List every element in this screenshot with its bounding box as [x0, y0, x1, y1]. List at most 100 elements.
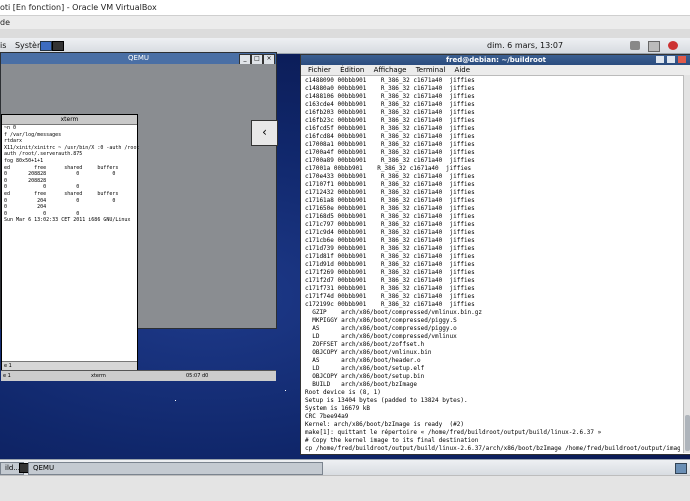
terminal-line: c171c9d4 00bbb901 R_386_32 c1671a40 jiff… — [305, 229, 475, 236]
gnome-menu-applications[interactable]: is — [0, 41, 6, 50]
xterm-line: fog 80x50+1+1 — [4, 157, 44, 164]
xterm-line: 0 208828 — [4, 177, 47, 184]
star-sparkle — [285, 390, 286, 391]
twm-icon-manager[interactable]: ‹ — [251, 120, 278, 146]
terminal-line: c1488090 00bbb901 R_386_32 c1671a40 jiff… — [305, 77, 475, 84]
terminal-line: CRC 7bee94a9 — [305, 413, 349, 420]
terminal-line: c1712432 00bbb901 R_386_32 c1671a40 jiff… — [305, 189, 475, 196]
terminal-line: c1700a4f 00bbb901 R_386_32 c1671a40 jiff… — [305, 149, 475, 156]
xterm-line: auth /root/.serverauth.875 — [4, 151, 83, 158]
terminal-line: c17001a 00bbb901 R_386_32 c1671a40 jiffi… — [305, 165, 472, 172]
terminal-line: c171cb6e 00bbb901 R_386_32 c1671a40 jiff… — [305, 237, 475, 244]
terminal-line: Root device is (8, 1) — [305, 389, 381, 396]
scrollbar-thumb[interactable] — [685, 415, 690, 451]
terminal-line: c17168d5 00bbb901 R_386_32 c1671a40 jiff… — [305, 213, 475, 220]
terminal-line: make[1]: quittant le répertoire « /home/… — [305, 429, 602, 436]
terminal-line: AS arch/x86/boot/compressed/piggy.o — [305, 325, 457, 332]
terminal-line: c171f74d 00bbb901 R_386_32 c1671a40 jiff… — [305, 293, 475, 300]
xterm-title-bar[interactable]: xterm — [2, 115, 137, 125]
maximize-button[interactable] — [667, 56, 675, 63]
xterm-line: 0 204 0 0 — [4, 197, 116, 204]
xterm-title: xterm — [60, 116, 79, 123]
menu-aide[interactable]: Aide — [455, 66, 470, 74]
xterm-line: 0 204 — [4, 204, 47, 211]
virtualbox-menu-bar[interactable]: de — [0, 16, 690, 29]
xterm-output[interactable]: ~n 0f /var/log/messages rtdarx X11/xinit/x… — [2, 125, 139, 360]
terminal-line: c16fb23c 00bbb901 R_386_32 c1671a40 jiff… — [305, 117, 475, 124]
terminal-line: c17107f1 00bbb901 R_386_32 c1671a40 jiff… — [305, 181, 475, 188]
network-icon[interactable] — [40, 41, 52, 51]
terminal-line: LD arch/x86/boot/compressed/vmlinux — [305, 333, 457, 340]
menu-affichage[interactable]: Affichage — [374, 66, 407, 74]
terminal-line: LD arch/x86/boot/setup.elf — [305, 365, 425, 372]
terminal-line: OBJCOPY arch/x86/boot/vmlinux.bin — [305, 349, 432, 356]
terminal-title-bar[interactable]: fred@debian: ~/buildroot — [301, 55, 690, 65]
virtualbox-menu-item[interactable]: de — [0, 18, 10, 27]
terminal-line: c171f269 00bbb901 R_386_32 c1671a40 jiff… — [305, 269, 475, 276]
terminal-line: c14880a0 00bbb901 R_386_32 c1671a40 jiff… — [305, 85, 475, 92]
gnome-terminal-window[interactable]: fred@debian: ~/buildroot Fichier Édition… — [300, 54, 690, 455]
terminal-line: c171d91d 00bbb901 R_386_32 c1671a40 jiff… — [305, 261, 475, 268]
virtualbox-status-bar — [0, 475, 690, 501]
taskbar-item-qemu[interactable]: QEMU — [28, 462, 323, 475]
qemu-title-bar[interactable]: QEMU — [1, 53, 276, 64]
terminal-line: ZOFFSET arch/x86/boot/zoffset.h — [305, 341, 425, 348]
terminal-line: c171d81f 00bbb901 R_386_32 c1671a40 jiff… — [305, 253, 475, 260]
terminal-launcher-icon[interactable] — [52, 41, 64, 51]
terminal-line: AS arch/x86/boot/header.o — [305, 357, 421, 364]
menu-fichier[interactable]: Fichier — [308, 66, 331, 74]
virtualbox-spacer — [0, 29, 690, 38]
terminal-line: c17008a1 00bbb901 R_386_32 c1671a40 jiff… — [305, 141, 475, 148]
terminal-line: MKPIGGY arch/x86/boot/compressed/piggy.S — [305, 317, 457, 324]
xterm-line: ~n 0 — [4, 125, 17, 131]
virtualbox-title-bar: oti [En fonction] - Oracle VM VirtualBox — [0, 0, 690, 16]
menu-terminal[interactable]: Terminal — [416, 66, 446, 74]
gnome-bottom-panel: ild... QEMU — [0, 459, 690, 476]
terminal-line: GZIP arch/x86/boot/compressed/vmlinux.bi… — [305, 309, 483, 316]
minimize-button[interactable] — [656, 56, 664, 63]
terminal-menu-bar: Fichier Édition Affichage Terminal Aide — [301, 65, 690, 76]
terminal-line: c16fb203 00bbb901 R_386_32 c1671a40 jiff… — [305, 109, 475, 116]
terminal-line: c172199c 00bbb901 R_386_32 c1671a40 jiff… — [305, 301, 475, 308]
xterm-status-left: e 1 — [4, 363, 12, 369]
xterm-line: 0 0 0 — [4, 210, 80, 217]
terminal-line: c171c797 00bbb901 R_386_32 c1671a40 jiff… — [305, 221, 475, 228]
xterm-status-bar: e 1 — [2, 361, 137, 370]
terminal-line: c171f731 00bbb901 R_386_32 c1671a40 jiff… — [305, 285, 475, 292]
xterm-line: Sun Mar 6 13:02:33 CET 2011 i686 GNU/Lin… — [4, 217, 131, 224]
clock[interactable]: dim. 6 mars, 13:07 — [487, 38, 563, 53]
chevron-left-icon[interactable]: ‹ — [262, 125, 267, 139]
qemu-status-bar: e 1 xterm 05:07 d0 — [1, 370, 276, 381]
terminal-output[interactable]: c1488090 00bbb901 R_386_32 c1671a40 jiff… — [305, 77, 680, 452]
status-right: 05:07 d0 — [186, 373, 209, 379]
workspace-switcher-icon[interactable] — [675, 463, 687, 474]
xterm-line: 0 208828 0 0 — [4, 171, 116, 178]
qemu-title: QEMU — [127, 54, 150, 62]
terminal-line: c17161a8 00bbb901 R_386_32 c1671a40 jiff… — [305, 197, 475, 204]
qemu-window[interactable]: QEMU _ □ × xterm ~n 0f /var/log/messages… — [0, 52, 278, 381]
menu-edition[interactable]: Édition — [340, 66, 364, 74]
terminal-line: cp /home/fred/buildroot/output/build/lin… — [305, 445, 680, 452]
terminal-line: c163cde4 00bbb901 R_386_32 c1671a40 jiff… — [305, 101, 475, 108]
terminal-line: OBJCOPY arch/x86/boot/setup.bin — [305, 373, 425, 380]
terminal-line: c171f2d7 00bbb901 R_386_32 c1671a40 jiff… — [305, 277, 475, 284]
status-mid: xterm — [91, 373, 106, 379]
terminal-line: c1700a89 00bbb901 R_386_32 c1671a40 jiff… — [305, 157, 475, 164]
xterm-window[interactable]: xterm ~n 0f /var/log/messages rtdarx X11/x… — [1, 114, 139, 371]
speaker-icon[interactable] — [630, 41, 640, 50]
terminal-line: c16fcd84 00bbb901 R_386_32 c1671a40 jiff… — [305, 133, 475, 140]
terminal-line: c16fcd5f 00bbb901 R_386_32 c1671a40 jiff… — [305, 125, 475, 132]
terminal-line: BUILD arch/x86/boot/bzImage — [305, 381, 417, 388]
virtualbox-title: oti [En fonction] - Oracle VM VirtualBox — [0, 3, 157, 12]
shutdown-icon[interactable] — [668, 41, 678, 50]
terminal-title: fred@debian: ~/buildroot — [445, 56, 546, 64]
close-button[interactable] — [678, 56, 686, 63]
network-status-icon[interactable] — [648, 41, 660, 52]
xterm-line: ed free shared buffers — [4, 190, 119, 197]
terminal-line: c170e433 00bbb901 R_386_32 c1671a40 jiff… — [305, 173, 475, 180]
xterm-line: X11/xinit/xinitrc ~ /usr/bin/X :0 -auth … — [4, 144, 139, 151]
xterm-line: rtdarx — [4, 138, 23, 145]
terminal-scrollbar[interactable] — [683, 75, 690, 453]
xterm-line: f /var/log/messages — [4, 131, 62, 138]
terminal-line: c171650e 00bbb901 R_386_32 c1671a40 jiff… — [305, 205, 475, 212]
